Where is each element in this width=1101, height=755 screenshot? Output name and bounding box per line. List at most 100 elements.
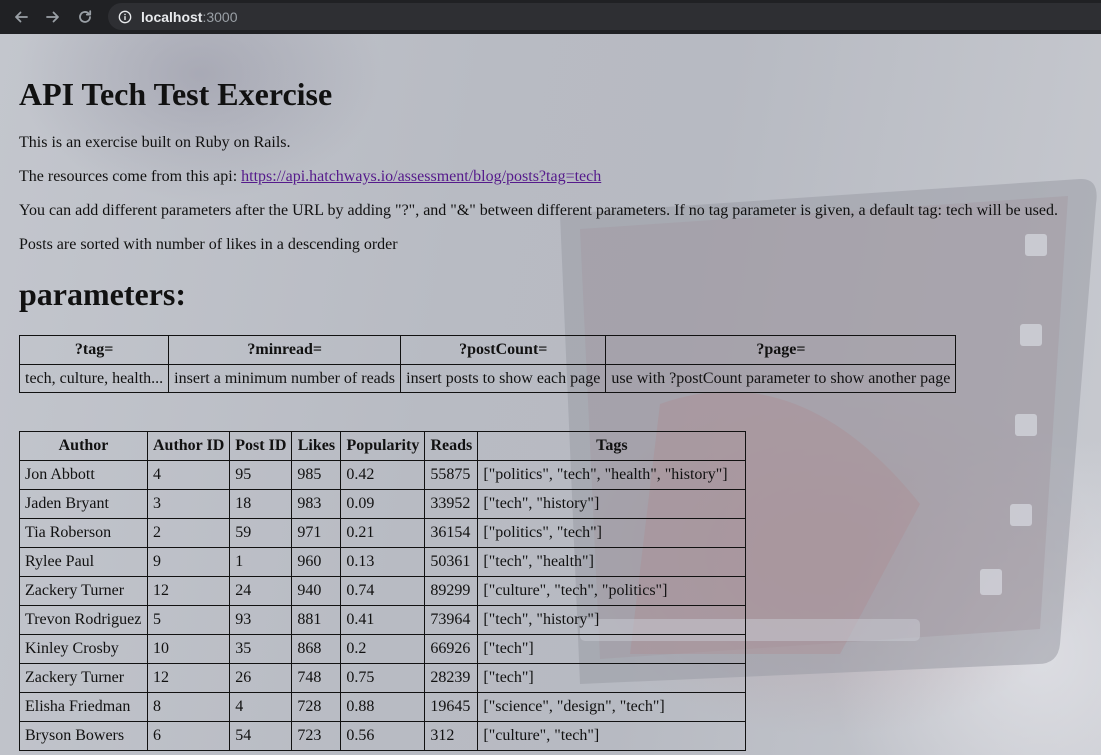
cell-author-id: 2	[146, 518, 231, 548]
parameters-header-row: ?tag= ?minread= ?postCount= ?page=	[18, 335, 957, 365]
url-port: :3000	[202, 8, 238, 25]
cell-author-id: 4	[146, 460, 231, 490]
resources-prefix: The resources come from this api:	[19, 168, 242, 185]
cell-tags: ["tech", "history"]	[477, 605, 747, 635]
cell-reads: 36154	[424, 518, 479, 548]
param-cell-tag: tech, culture, health...	[18, 364, 170, 393]
cell-tags: ["culture", "tech"]	[477, 721, 747, 751]
cell-post-id: 95	[229, 460, 293, 490]
table-row: Elisha Friedman 8 4 728 0.88 19645 ["sci…	[19, 692, 747, 722]
table-row: Rylee Paul 9 1 960 0.13 50361 ["tech", "…	[19, 547, 747, 577]
cell-popularity: 0.42	[340, 460, 426, 490]
cell-author: Trevon Rodriguez	[19, 605, 148, 635]
cell-tags: ["tech", "health"]	[477, 547, 747, 577]
cell-tags: ["politics", "tech"]	[477, 518, 747, 548]
header-likes: Likes	[291, 431, 342, 461]
cell-popularity: 0.13	[340, 547, 426, 577]
cell-author: Zackery Turner	[19, 576, 148, 606]
cell-reads: 89299	[424, 576, 479, 606]
cell-likes: 983	[291, 489, 342, 519]
cell-post-id: 59	[229, 518, 293, 548]
cell-popularity: 0.75	[340, 663, 426, 693]
cell-post-id: 4	[229, 692, 293, 722]
cell-popularity: 0.56	[340, 721, 426, 751]
param-header-page: ?page=	[605, 335, 957, 365]
cell-author-id: 12	[146, 576, 231, 606]
param-header-postcount: ?postCount=	[400, 335, 607, 365]
cell-author: Jon Abbott	[19, 460, 148, 490]
back-button[interactable]	[10, 6, 32, 28]
header-author: Author	[19, 431, 148, 461]
cell-tags: ["tech"]	[477, 634, 747, 664]
cell-reads: 312	[424, 721, 479, 751]
param-cell-postcount: insert posts to show each page	[400, 364, 607, 393]
cell-likes: 940	[291, 576, 342, 606]
cell-tags: ["tech"]	[477, 663, 747, 693]
address-bar[interactable]: localhost:3000	[108, 3, 1101, 30]
cell-reads: 55875	[424, 460, 479, 490]
cell-author: Rylee Paul	[19, 547, 148, 577]
cell-tags: ["science", "design", "tech"]	[477, 692, 747, 722]
cell-popularity: 0.74	[340, 576, 426, 606]
cell-post-id: 26	[229, 663, 293, 693]
cell-popularity: 0.2	[340, 634, 426, 664]
resources-text: The resources come from this api: https:…	[19, 168, 601, 186]
api-link[interactable]: https://api.hatchways.io/assessment/blog…	[241, 168, 601, 185]
forward-button[interactable]	[42, 6, 64, 28]
cell-reads: 28239	[424, 663, 479, 693]
cell-author-id: 6	[146, 721, 231, 751]
cell-tags: ["tech", "history"]	[477, 489, 747, 519]
table-row: Jon Abbott 4 95 985 0.42 55875 ["politic…	[19, 460, 747, 490]
cell-reads: 19645	[424, 692, 479, 722]
posts-header-row: Author Author ID Post ID Likes Popularit…	[19, 431, 747, 461]
cell-post-id: 18	[229, 489, 293, 519]
intro-text: This is an exercise built on Ruby on Rai…	[19, 134, 291, 151]
param-cell-minread: insert a minimum number of reads	[168, 364, 402, 393]
page-viewport: API Tech Test Exercise This is an exerci…	[0, 34, 1101, 755]
cell-popularity: 0.88	[340, 692, 426, 722]
page-title: API Tech Test Exercise	[19, 76, 333, 112]
parameters-heading: parameters:	[19, 276, 187, 312]
header-post-id: Post ID	[229, 431, 293, 461]
info-icon[interactable]	[118, 10, 132, 24]
cell-tags: ["culture", "tech", "politics"]	[477, 576, 747, 606]
cell-likes: 868	[291, 634, 342, 664]
header-popularity: Popularity	[340, 431, 426, 461]
table-row: Jaden Bryant 3 18 983 0.09 33952 ["tech"…	[19, 489, 747, 519]
cell-likes: 960	[291, 547, 342, 577]
cell-author: Jaden Bryant	[19, 489, 148, 519]
cell-popularity: 0.09	[340, 489, 426, 519]
cell-author-id: 5	[146, 605, 231, 635]
posts-table-body: Jon Abbott 4 95 985 0.42 55875 ["politic…	[19, 460, 747, 751]
cell-post-id: 35	[229, 634, 293, 664]
cell-likes: 723	[291, 721, 342, 751]
cell-author: Elisha Friedman	[19, 692, 148, 722]
cell-author-id: 3	[146, 489, 231, 519]
cell-author-id: 10	[146, 634, 231, 664]
table-row: Zackery Turner 12 24 940 0.74 89299 ["cu…	[19, 576, 747, 606]
table-row: Trevon Rodriguez 5 93 881 0.41 73964 ["t…	[19, 605, 747, 635]
arrow-left-icon	[15, 11, 28, 23]
cell-popularity: 0.41	[340, 605, 426, 635]
table-row: Kinley Crosby 10 35 868 0.2 66926 ["tech…	[19, 634, 747, 664]
cell-author-id: 12	[146, 663, 231, 693]
cell-post-id: 1	[229, 547, 293, 577]
cell-likes: 728	[291, 692, 342, 722]
cell-reads: 66926	[424, 634, 479, 664]
cell-likes: 748	[291, 663, 342, 693]
url-host: localhost	[141, 8, 203, 25]
reload-button[interactable]	[74, 6, 96, 28]
reload-icon	[79, 10, 92, 23]
sort-note: Posts are sorted with number of likes in…	[19, 236, 398, 253]
cell-reads: 50361	[424, 547, 479, 577]
cell-post-id: 54	[229, 721, 293, 751]
header-tags: Tags	[477, 431, 747, 461]
parameters-row: tech, culture, health... insert a minimu…	[18, 364, 957, 393]
cell-author-id: 8	[146, 692, 231, 722]
param-header-tag: ?tag=	[18, 335, 170, 365]
table-row: Zackery Turner 12 26 748 0.75 28239 ["te…	[19, 663, 747, 693]
table-row: Bryson Bowers 6 54 723 0.56 312 ["cultur…	[19, 721, 747, 751]
cell-tags: ["politics", "tech", "health", "history"…	[477, 460, 747, 490]
cell-author: Tia Roberson	[19, 518, 148, 548]
cell-author: Kinley Crosby	[19, 634, 148, 664]
